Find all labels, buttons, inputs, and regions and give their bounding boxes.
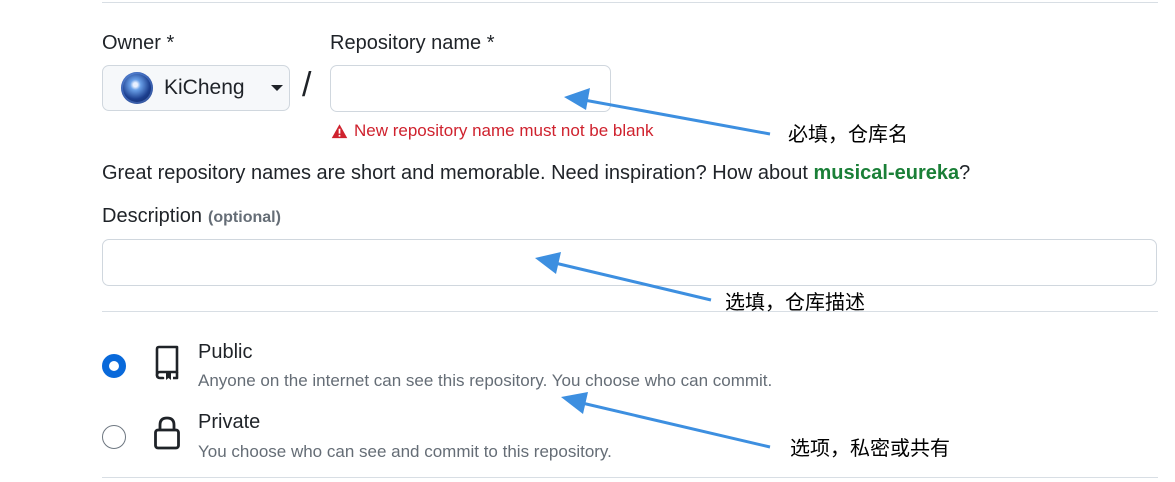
public-radio[interactable]	[102, 354, 126, 378]
top-divider	[102, 2, 1158, 3]
description-label: Description (optional)	[102, 205, 281, 228]
optional-tag: (optional)	[208, 209, 281, 226]
arrow-visibility	[561, 392, 771, 449]
public-option-description: Anyone on the internet can see this repo…	[198, 371, 773, 390]
public-option-title[interactable]: Public	[198, 341, 252, 364]
repository-name-label: Repository name *	[330, 32, 495, 54]
owner-name: KiCheng	[164, 76, 245, 99]
name-hint: Great repository names are short and mem…	[102, 162, 970, 185]
description-input[interactable]	[103, 240, 1156, 285]
private-option-title[interactable]: Private	[198, 411, 260, 434]
owner-dropdown-button[interactable]: KiCheng	[102, 65, 290, 111]
repository-name-error: New repository name must not be blank	[331, 121, 654, 141]
section-divider	[102, 311, 1158, 312]
annotation-repo-name: 必填，仓库名	[788, 122, 908, 146]
annotation-visibility: 选项，私密或共有	[790, 436, 950, 460]
chevron-down-icon	[270, 85, 283, 91]
alert-icon	[331, 123, 348, 138]
private-option-description: You choose who can see and commit to thi…	[198, 442, 612, 461]
lock-icon	[154, 416, 180, 450]
private-radio[interactable]	[102, 425, 126, 449]
hint-text: Great repository names are short and mem…	[102, 162, 814, 184]
repository-name-input[interactable]	[331, 66, 610, 111]
repository-name-field[interactable]	[330, 65, 611, 112]
repo-book-icon	[155, 345, 179, 380]
avatar	[121, 72, 153, 104]
description-label-text: Description	[102, 205, 203, 227]
owner-repo-separator: /	[302, 66, 312, 104]
error-text: New repository name must not be blank	[354, 121, 654, 140]
hint-suffix: ?	[959, 162, 971, 184]
annotation-description: 选填，仓库描述	[725, 290, 865, 314]
bottom-divider	[102, 477, 1158, 478]
description-field[interactable]	[102, 239, 1157, 286]
owner-label: Owner *	[102, 32, 175, 54]
name-suggestion-link[interactable]: musical-eureka	[813, 162, 959, 184]
